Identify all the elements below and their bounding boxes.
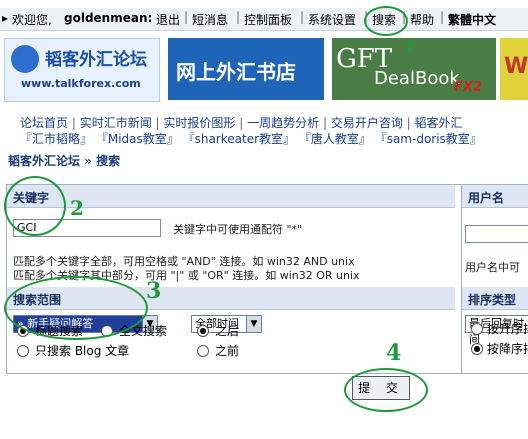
radio-after[interactable] [197,325,209,337]
annotation-ring-keyword [4,176,66,236]
annotation-mark-1: 1 [404,36,416,55]
annotation-ring-scope [4,276,148,340]
annotation-mark-4: 4 [386,340,402,366]
nav-separator: | [440,10,445,24]
bookstore-title: 网上外汇书店 [176,60,296,84]
annotation-ring-search [364,6,408,36]
radio-blog-label: 只搜索 Blog 文章 [35,344,130,358]
username-note: 用户名中可 [465,261,520,274]
link-sharkeater[interactable]: 『sharkeater教室』 [183,132,295,146]
top-nav-bar: ▸ 欢迎您, goldenmean: 退出 | 短消息 | 控制面板 | 系统设… [0,8,528,31]
username[interactable]: goldenmean: [64,11,152,25]
wildcard-note: 关键字中可使用通配符 "*" [173,223,303,236]
help-link[interactable]: 帮助 [410,11,434,28]
link-quotes[interactable]: 实时报价图形 [163,116,235,130]
radio-sort-asc[interactable] [471,323,483,335]
radio-sort-desc[interactable] [471,343,483,355]
nav-separator: | [300,10,305,24]
gft-fx: FX2 [454,80,482,95]
welcome-text: 欢迎您, [12,13,52,27]
nav-separator: | [236,10,241,24]
username-header: 用户名 [468,191,505,205]
sort-header: 排序类型 [468,293,517,307]
radio-before[interactable] [197,345,209,357]
username-input[interactable] [465,225,528,243]
link-strategy[interactable]: 『汇市韬略』 [20,132,92,146]
link-news[interactable]: 实时汇市新闻 [80,116,152,130]
globe-icon [11,45,39,73]
messages-link[interactable]: 短消息 [192,11,228,28]
partial-banner[interactable]: W [500,38,528,100]
link-weekly[interactable]: 一周趋势分析 [247,116,319,130]
link-account[interactable]: 交易开户咨询 [331,116,403,130]
radio-sort-asc-label: 按升序排 [487,322,528,336]
nav-arrow-icon: ▸ [2,11,9,25]
link-samdoris[interactable]: 『sam-doris教室』 [375,132,482,146]
link-taoke[interactable]: 韬客外汇 [415,116,463,130]
quick-links-row-1: 论坛首页 | 实时汇市新闻 | 实时报价图形 | 一周趋势分析 | 交易开户咨询… [20,116,463,130]
radio-sort-desc-label: 按降序排 [487,342,528,356]
control-panel-link[interactable]: 控制面板 [244,11,292,28]
settings-link[interactable]: 系统设置 [308,11,356,28]
quick-links-row-2: 『汇市韬略』 『Midas教室』 『sharkeater教室』 『唐人教室』 『… [20,130,482,147]
annotation-ring-submit [344,368,428,412]
link-forum-home[interactable]: 论坛首页 [20,116,68,130]
radio-before-label: 之前 [215,344,240,358]
traditional-chinese-link[interactable]: 繁體中文 [448,11,496,28]
annotation-mark-2: 2 [70,196,84,220]
logout-link[interactable]: 退出 [156,11,180,28]
forum-logo-banner[interactable]: 韬客外汇论坛 www.talkforex.com [4,38,160,102]
link-tangren[interactable]: 『唐人教室』 [299,132,371,146]
radio-after-label: 之后 [215,324,240,338]
dropdown-arrow-icon: ▼ [246,316,261,332]
username-header-bar: 用户名 [462,185,528,208]
bookstore-banner[interactable]: 网上外汇书店 [168,38,324,100]
nav-separator: | [184,10,189,24]
link-midas[interactable]: 『Midas教室』 [96,132,179,146]
partial-banner-letter: W [504,54,528,79]
radio-blog-only[interactable] [17,345,29,357]
sort-header-bar: 排序类型 [462,287,528,310]
breadcrumb[interactable]: 韬客外汇论坛 » 搜索 [8,152,120,169]
annotation-mark-3: 3 [146,278,162,304]
forum-logo-url: www.talkforex.com [21,77,141,90]
forum-logo-title: 韬客外汇论坛 [45,50,147,70]
column-divider [461,185,462,373]
gft-dealbook: DealBook [374,68,460,89]
